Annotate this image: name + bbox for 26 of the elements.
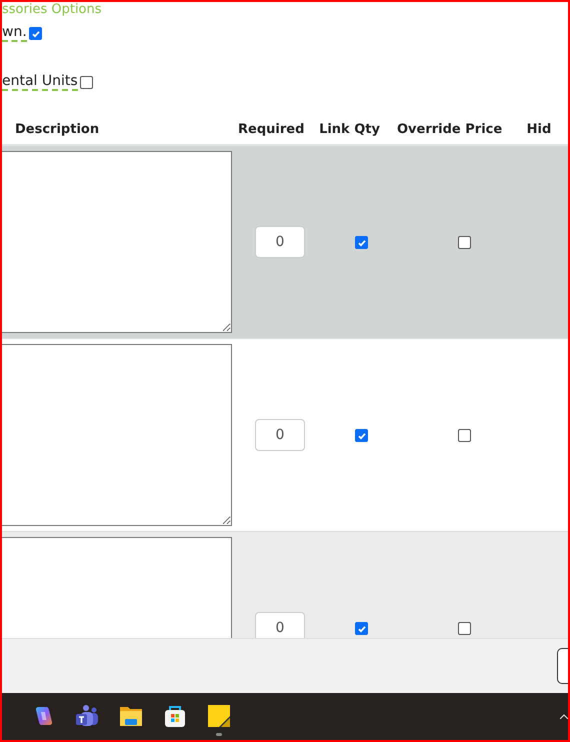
description-field[interactable] xyxy=(2,344,232,526)
column-header: Override Price xyxy=(396,122,504,139)
teams-app-icon[interactable] xyxy=(75,704,99,728)
description-field[interactable] xyxy=(2,151,232,333)
required-field[interactable]: 0 xyxy=(255,419,305,451)
footer-button[interactable] xyxy=(557,648,568,684)
section-title: ssories Options xyxy=(2,2,103,19)
link-qty-checkbox[interactable] xyxy=(354,622,368,634)
link-qty-checkbox[interactable] xyxy=(354,236,368,248)
override-price-checkbox[interactable] xyxy=(458,236,471,248)
option-label: ental Units xyxy=(2,73,78,91)
store-app-icon[interactable] xyxy=(163,704,187,728)
option-checkbox[interactable] xyxy=(80,76,93,88)
override-price-checkbox[interactable] xyxy=(458,428,471,442)
column-header: Required xyxy=(237,122,306,139)
option-label: wn. xyxy=(2,24,27,42)
override-price-checkbox[interactable] xyxy=(458,622,471,634)
column-header: Description xyxy=(14,122,100,139)
option-checkbox[interactable] xyxy=(28,26,42,40)
chevron-up-icon[interactable] xyxy=(560,714,568,719)
column-header: Link Qty xyxy=(318,122,381,139)
link-qty-checkbox[interactable] xyxy=(354,428,368,442)
notes-app-icon[interactable] xyxy=(208,704,230,728)
required-field[interactable]: 0 xyxy=(255,226,305,258)
required-field[interactable]: 0 xyxy=(255,612,305,638)
column-header: Hid xyxy=(526,122,552,139)
